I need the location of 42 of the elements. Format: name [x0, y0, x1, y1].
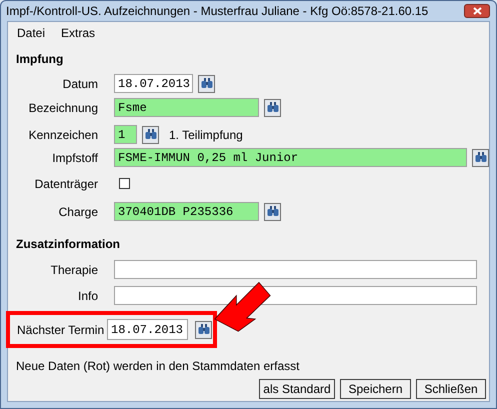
- binoculars-icon: [198, 324, 210, 335]
- field-label: Impfstoff: [51, 150, 98, 166]
- input-field[interactable]: 18.07.2013: [107, 319, 188, 340]
- search-button[interactable]: [195, 320, 212, 338]
- binoculars-icon: [144, 129, 156, 140]
- menu-item[interactable]: Extras: [61, 24, 96, 42]
- input-field[interactable]: Fsme: [114, 98, 259, 117]
- checkbox[interactable]: [119, 178, 130, 189]
- binoculars-icon: [200, 78, 212, 89]
- field-label: Datum: [62, 76, 98, 92]
- binoculars-icon: [474, 152, 486, 163]
- close-icon: [472, 7, 482, 15]
- search-button[interactable]: [142, 126, 159, 144]
- field-label: Info: [76, 288, 98, 304]
- input-field[interactable]: 370401DB P235336: [114, 202, 259, 221]
- dialog-button[interactable]: als Standard: [259, 379, 335, 399]
- window-title: Impf-/Kontroll-US. Aufzeichnungen - Musterfrau Juliane - Kfg Oö:8578-21.60.15: [6, 3, 428, 20]
- dialog-button[interactable]: Schließen: [416, 379, 486, 399]
- field-label: Nächster Termin: [17, 322, 106, 338]
- binoculars-icon: [266, 102, 278, 113]
- field-label: Kennzeichen: [28, 126, 98, 144]
- input-field[interactable]: FSME-IMMUN 0,25 ml Junior: [114, 148, 467, 167]
- input-field[interactable]: 1: [114, 125, 137, 144]
- input-field[interactable]: 18.07.2013: [114, 74, 193, 93]
- search-button[interactable]: [472, 148, 489, 166]
- field-note: 1. Teilimpfung: [169, 126, 243, 144]
- menu-item[interactable]: Datei: [17, 24, 46, 42]
- close-button[interactable]: [464, 4, 490, 18]
- field-label: Datenträger: [34, 176, 98, 192]
- field-label: Therapie: [50, 262, 98, 278]
- status-text: Neue Daten (Rot) werden in den Stammdaten erfasst: [16, 359, 300, 373]
- section-heading: Impfung: [16, 51, 64, 68]
- search-button[interactable]: [198, 74, 215, 92]
- input-field[interactable]: [114, 286, 477, 305]
- search-button[interactable]: [264, 98, 281, 116]
- binoculars-icon: [266, 206, 278, 217]
- field-label: Charge: [58, 204, 98, 220]
- field-label: Bezeichnung: [28, 100, 98, 116]
- section-heading: Zusatzinformation: [16, 236, 121, 253]
- input-field[interactable]: [114, 260, 477, 279]
- dialog-button[interactable]: Speichern: [340, 379, 411, 399]
- search-button[interactable]: [264, 202, 281, 220]
